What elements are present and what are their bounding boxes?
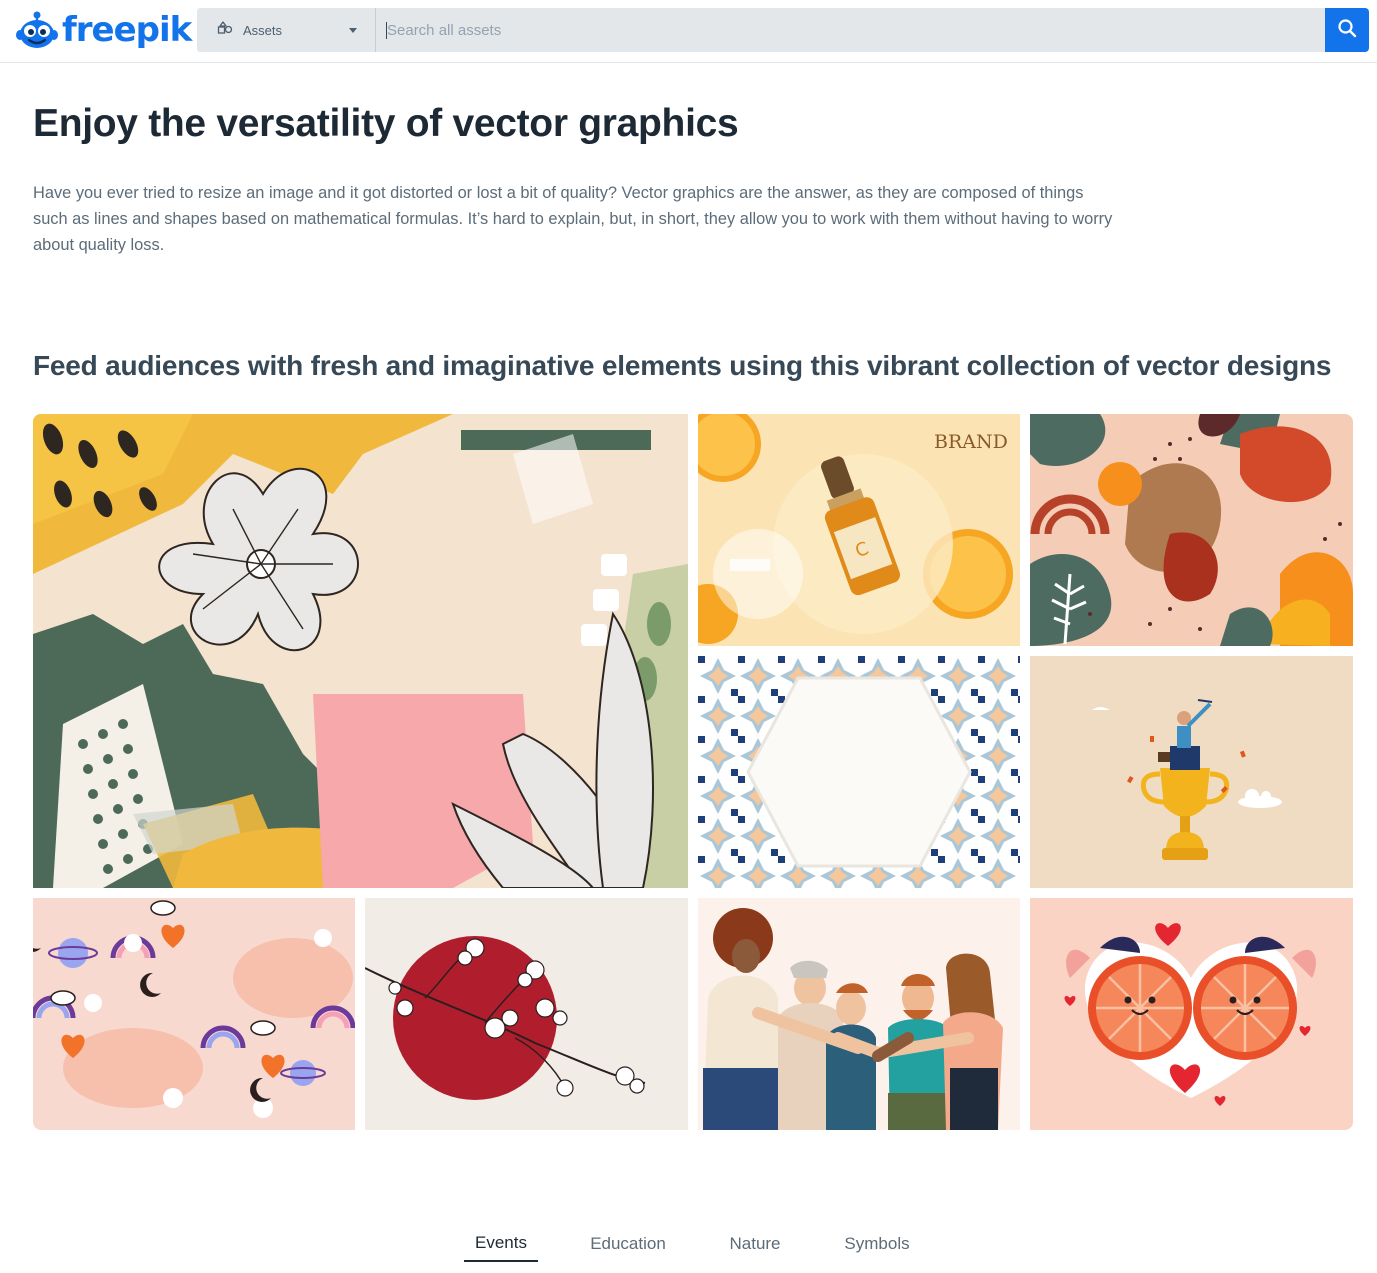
search-bar: Assets [197, 8, 1369, 52]
tab-nature[interactable]: Nature [718, 1222, 792, 1262]
freepik-logo[interactable]: freepik [16, 7, 192, 53]
tile-serum-ad[interactable]: BRAND C [698, 414, 1020, 646]
top-navigation-bar: freepik Assets [0, 0, 1377, 63]
search-button[interactable] [1325, 8, 1369, 52]
tile-japanese-blossom[interactable] [365, 898, 688, 1130]
collection-title: Feed audiences with fresh and imaginativ… [33, 350, 1332, 381]
serum-brand-text: BRAND [934, 431, 1008, 453]
asset-type-dropdown[interactable]: Assets [197, 8, 376, 52]
tile-grapefruit-couple[interactable] [1030, 898, 1353, 1130]
assets-shapes-icon [217, 20, 233, 40]
logo-wordmark: freepik [62, 10, 192, 50]
page-title: Enjoy the versatility of vector graphics [33, 102, 739, 145]
category-tabs: Events Education Nature Symbols [0, 1222, 1377, 1262]
freepik-mascot-icon [16, 9, 58, 51]
asset-type-label: Assets [243, 22, 283, 38]
tab-education[interactable]: Education [578, 1222, 678, 1262]
tab-events[interactable]: Events [464, 1222, 538, 1262]
tile-collage-flower[interactable] [33, 414, 688, 888]
tile-trophy-success[interactable] [1030, 656, 1353, 888]
tile-teamwork-hands[interactable] [698, 898, 1020, 1130]
text-cursor [386, 22, 387, 39]
tab-symbols[interactable]: Symbols [832, 1222, 922, 1262]
search-icon [1337, 18, 1357, 43]
hero-description: Have you ever tried to resize an image a… [33, 184, 1113, 254]
search-input[interactable] [377, 8, 1325, 52]
tile-abstract-shapes[interactable] [1030, 414, 1353, 646]
chevron-down-icon [349, 28, 357, 33]
tile-rainbow-pattern[interactable] [33, 898, 355, 1130]
tile-islamic-frame[interactable] [698, 656, 1020, 888]
